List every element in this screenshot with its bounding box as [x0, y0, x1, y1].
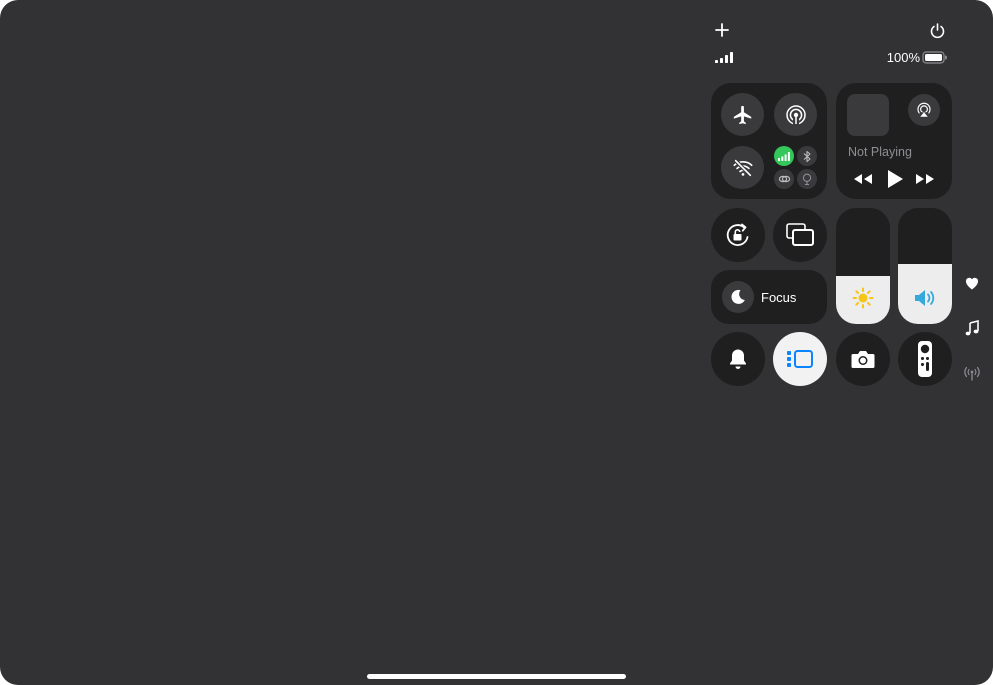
sun-icon [851, 286, 875, 310]
power-icon [930, 23, 945, 39]
now-playing-status: Not Playing [848, 145, 912, 159]
airplay-button[interactable] [908, 94, 940, 126]
apple-tv-remote-button[interactable] [898, 332, 952, 386]
globe-icon [802, 173, 812, 185]
screen-mirroring-button[interactable] [773, 208, 827, 262]
bluetooth-icon [803, 150, 811, 162]
airdrop-toggle[interactable] [774, 93, 817, 136]
link-icon [778, 175, 790, 183]
orientation-lock-toggle[interactable] [711, 208, 765, 262]
airdrop-icon [785, 104, 806, 127]
album-art-placeholder [847, 94, 889, 136]
add-control-button[interactable] [714, 22, 730, 38]
power-button[interactable] [929, 22, 946, 39]
stage-manager-toggle[interactable] [773, 332, 827, 386]
bluetooth-toggle[interactable] [797, 146, 817, 166]
focus-button[interactable]: Focus [711, 270, 827, 324]
cellular-bars-icon [778, 151, 790, 161]
music-icon[interactable] [964, 320, 980, 337]
airplane-mode-toggle[interactable] [721, 93, 764, 136]
bell-icon [730, 349, 746, 369]
fast-forward-button[interactable] [914, 171, 936, 187]
cellular-signal-icon [714, 51, 736, 64]
silent-mode-toggle[interactable] [711, 332, 765, 386]
battery-percent: 100% [886, 50, 920, 65]
home-indicator[interactable] [367, 674, 626, 679]
heart-icon[interactable] [964, 275, 980, 291]
satellite-toggle[interactable] [797, 169, 817, 189]
play-button[interactable] [885, 168, 905, 190]
wifi-off-icon [732, 158, 753, 177]
rotation-lock-icon [726, 223, 749, 246]
brightness-slider[interactable] [836, 208, 890, 324]
camera-button[interactable] [836, 332, 890, 386]
ipad-screen: 100% Not Playing Focus [0, 0, 993, 685]
volume-slider[interactable] [898, 208, 952, 324]
stage-manager-icon [787, 350, 813, 368]
wifi-toggle[interactable] [721, 146, 764, 189]
fast-forward-icon [916, 174, 934, 184]
camera-icon [851, 351, 875, 368]
moon-icon [722, 281, 754, 313]
connectivity-module [711, 83, 827, 199]
rewind-button[interactable] [852, 171, 874, 187]
battery-icon [922, 51, 948, 64]
hotspot-toggle[interactable] [774, 169, 794, 189]
tv-remote-icon [918, 341, 932, 377]
focus-label: Focus [761, 290, 797, 305]
play-icon [888, 170, 903, 188]
airplay-audio-icon [917, 102, 931, 119]
cellular-data-toggle[interactable] [774, 146, 794, 166]
plus-icon [715, 23, 729, 37]
rewind-icon [854, 174, 872, 184]
screen-mirroring-icon [786, 223, 814, 246]
airplane-icon [733, 105, 751, 124]
antenna-icon[interactable] [963, 366, 981, 382]
now-playing-module[interactable]: Not Playing [836, 83, 952, 199]
speaker-icon [912, 286, 938, 310]
